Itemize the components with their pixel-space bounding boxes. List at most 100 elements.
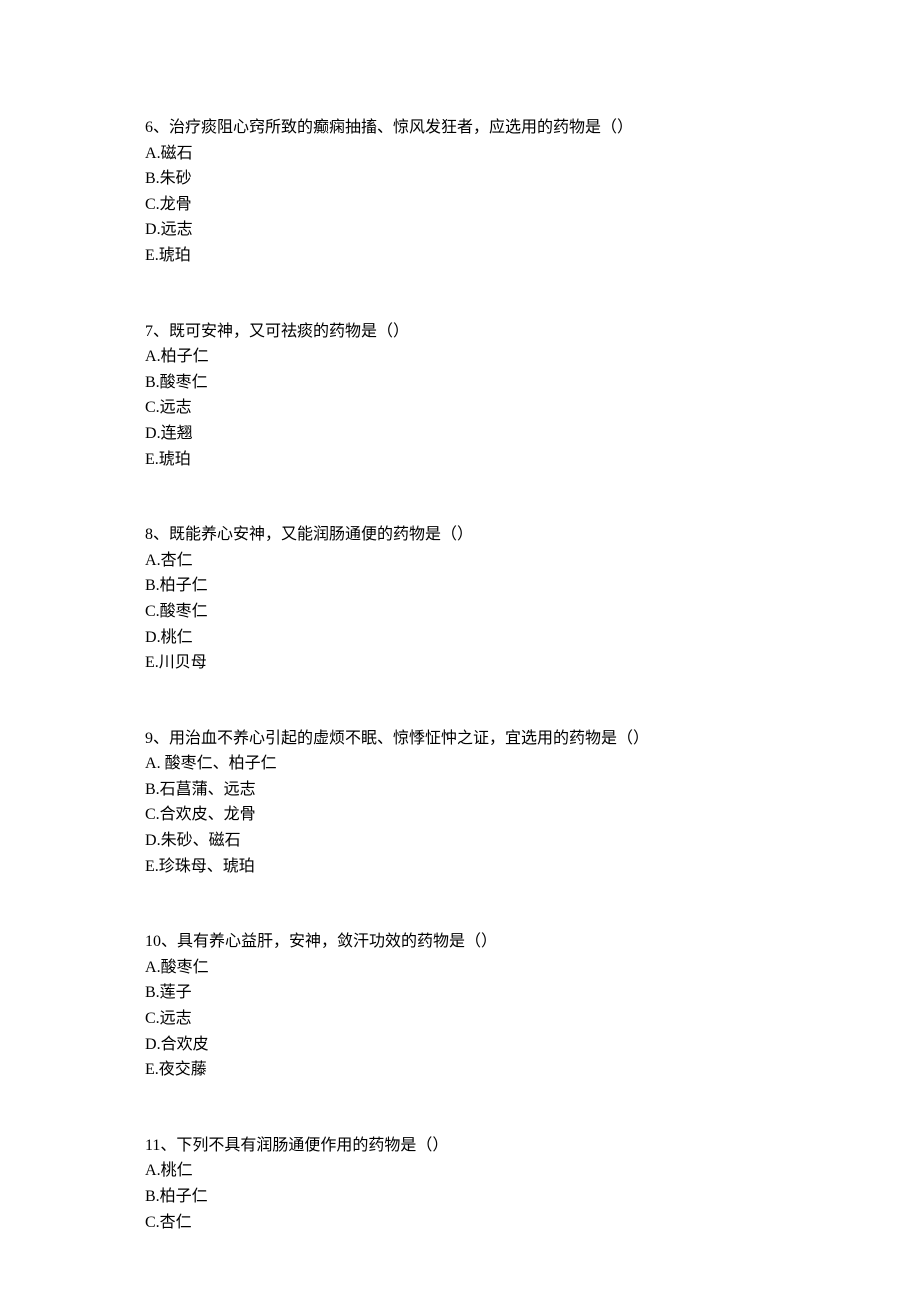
option-text: 川贝母 [159,654,207,671]
question-list: 6、治疗痰阻心窍所致的癫痫抽搐、惊风发狂者，应选用的药物是（）A.磁石B.朱砂C… [145,115,920,1235]
number-separator: 、 [153,119,169,136]
option-text: 朱砂、磁石 [161,832,241,849]
question-stem: 6、治疗痰阻心窍所致的癫痫抽搐、惊风发狂者，应选用的药物是（） [145,115,920,141]
option-line: A.杏仁 [145,548,920,574]
option-letter: C [145,1214,156,1231]
option-line: E.珍珠母、琥珀 [145,854,920,880]
question-stem-text: 既能养心安神，又能润肠通便的药物是（） [169,526,473,543]
number-separator: 、 [160,1137,176,1154]
option-text: 远志 [160,399,192,416]
option-line: E.夜交藤 [145,1057,920,1083]
option-letter: A [145,959,157,976]
option-letter: A [145,755,157,772]
option-letter: A [145,348,157,365]
question-block: 9、用治血不养心引起的虚烦不眠、惊悸怔忡之证，宜选用的药物是（）A. 酸枣仁、柏… [145,726,920,880]
option-text: 远志 [161,221,193,238]
option-text: 琥珀 [159,247,191,264]
option-line: B.柏子仁 [145,573,920,599]
option-line: A. 酸枣仁、柏子仁 [145,751,920,777]
option-letter: E [145,1061,155,1078]
option-letter: D [145,629,157,646]
question-number: 10 [145,933,161,950]
option-line: D.朱砂、磁石 [145,828,920,854]
option-text: 连翘 [161,425,193,442]
option-line: C.龙骨 [145,192,920,218]
option-text: 柏子仁 [160,577,208,594]
option-letter: B [145,984,156,1001]
option-line: D.桃仁 [145,625,920,651]
option-text: 酸枣仁 [161,959,209,976]
option-letter: C [145,399,156,416]
option-text: 合欢皮 [161,1036,209,1053]
option-letter: B [145,170,156,187]
option-letter: C [145,806,156,823]
question-stem: 10、具有养心益肝，安神，敛汗功效的药物是（） [145,929,920,955]
option-text: 酸枣仁 [160,603,208,620]
option-line: B.朱砂 [145,166,920,192]
option-letter: B [145,374,156,391]
option-letter: A [145,552,157,569]
option-line: A.酸枣仁 [145,955,920,981]
option-line: D.远志 [145,217,920,243]
question-block: 8、既能养心安神，又能润肠通便的药物是（）A.杏仁B.柏子仁C.酸枣仁D.桃仁E… [145,522,920,676]
question-number: 6 [145,119,153,136]
option-letter: A [145,1162,157,1179]
option-line: A.桃仁 [145,1158,920,1184]
option-letter: E [145,858,155,875]
question-stem: 11、下列不具有润肠通便作用的药物是（） [145,1133,920,1159]
option-letter: B [145,1188,156,1205]
option-text: 杏仁 [160,1214,192,1231]
question-stem: 8、既能养心安神，又能润肠通便的药物是（） [145,522,920,548]
option-text: 夜交藤 [159,1061,207,1078]
option-text: 酸枣仁、柏子仁 [161,755,277,772]
question-stem-text: 治疗痰阻心窍所致的癫痫抽搐、惊风发狂者，应选用的药物是（） [169,119,633,136]
question-number: 8 [145,526,153,543]
question-number: 7 [145,323,153,340]
option-line: E.琥珀 [145,243,920,269]
option-letter: D [145,1036,157,1053]
option-line: C.远志 [145,395,920,421]
option-line: B.酸枣仁 [145,370,920,396]
option-text: 石菖蒲、远志 [160,781,256,798]
option-letter: B [145,577,156,594]
option-letter: D [145,832,157,849]
option-text: 柏子仁 [161,348,209,365]
option-text: 杏仁 [161,552,193,569]
option-letter: E [145,654,155,671]
question-stem-text: 下列不具有润肠通便作用的药物是（） [176,1137,448,1154]
option-letter: C [145,1010,156,1027]
option-letter: D [145,425,157,442]
option-text: 莲子 [160,984,192,1001]
number-separator: 、 [153,730,169,747]
question-stem: 7、既可安神，又可祛痰的药物是（） [145,319,920,345]
option-line: B.莲子 [145,980,920,1006]
number-separator: 、 [153,526,169,543]
question-stem-text: 具有养心益肝，安神，敛汗功效的药物是（） [177,933,497,950]
question-stem: 9、用治血不养心引起的虚烦不眠、惊悸怔忡之证，宜选用的药物是（） [145,726,920,752]
question-block: 7、既可安神，又可祛痰的药物是（）A.柏子仁B.酸枣仁C.远志D.连翘E.琥珀 [145,319,920,473]
question-stem-text: 用治血不养心引起的虚烦不眠、惊悸怔忡之证，宜选用的药物是（） [169,730,649,747]
option-line: C.合欢皮、龙骨 [145,802,920,828]
option-text: 琥珀 [159,451,191,468]
option-letter: E [145,451,155,468]
option-line: D.合欢皮 [145,1032,920,1058]
option-text: 磁石 [161,145,193,162]
option-letter: D [145,221,157,238]
question-stem-text: 既可安神，又可祛痰的药物是（） [169,323,409,340]
option-line: C.远志 [145,1006,920,1032]
option-line: B.柏子仁 [145,1184,920,1210]
option-line: D.连翘 [145,421,920,447]
option-text: 酸枣仁 [160,374,208,391]
option-line: E.川贝母 [145,650,920,676]
option-line: C.杏仁 [145,1210,920,1236]
question-number: 9 [145,730,153,747]
option-line: E.琥珀 [145,447,920,473]
number-separator: 、 [153,323,169,340]
option-line: A.柏子仁 [145,344,920,370]
option-letter: B [145,781,156,798]
option-line: C.酸枣仁 [145,599,920,625]
option-text: 龙骨 [160,196,192,213]
option-text: 桃仁 [161,1162,193,1179]
option-text: 桃仁 [161,629,193,646]
question-block: 11、下列不具有润肠通便作用的药物是（）A.桃仁B.柏子仁C.杏仁 [145,1133,920,1235]
